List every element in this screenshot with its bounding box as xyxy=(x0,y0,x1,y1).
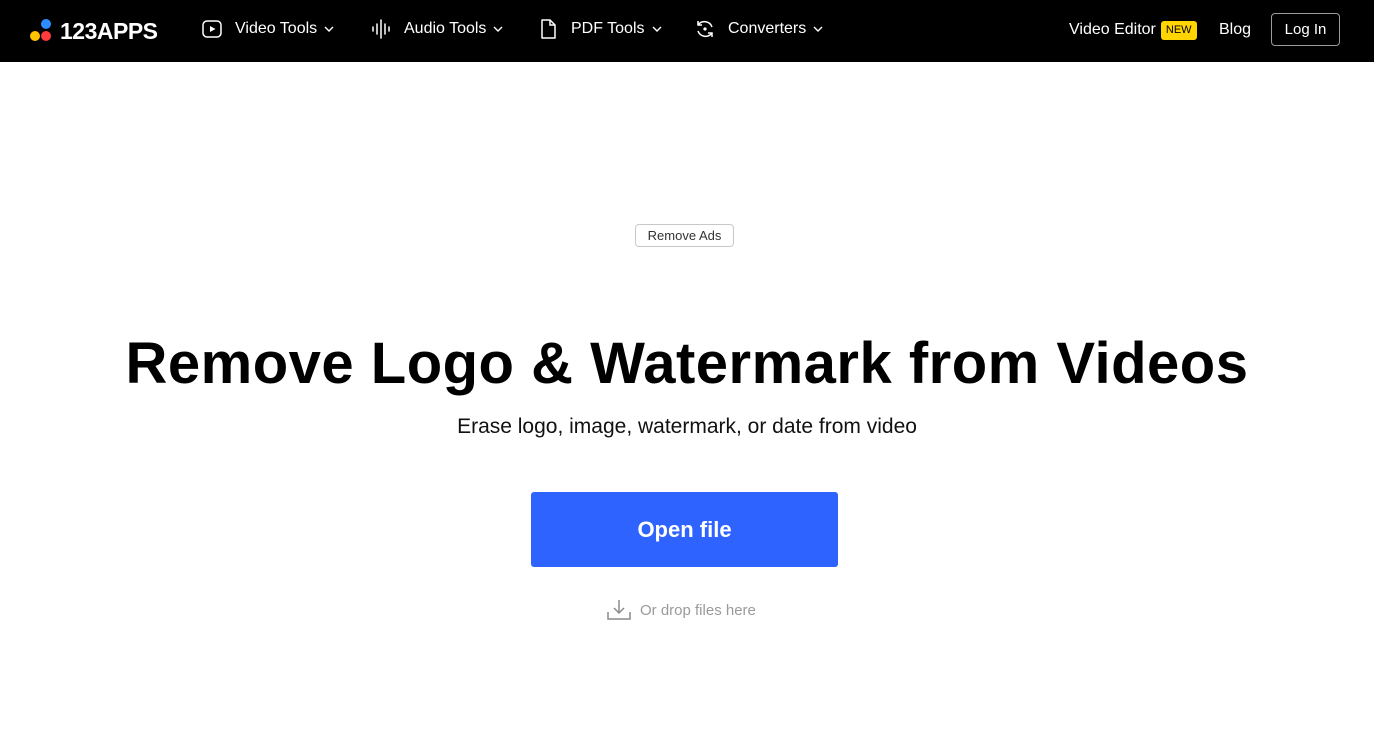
top-navbar: 123APPS Video Tools Audio Tools PDF Tool… xyxy=(0,0,1374,62)
login-button[interactable]: Log In xyxy=(1271,13,1340,46)
open-file-label: Open file xyxy=(637,516,732,542)
chevron-down-icon xyxy=(652,26,662,32)
chevron-down-icon xyxy=(493,26,503,32)
chevron-down-icon xyxy=(324,26,334,32)
new-badge: NEW xyxy=(1160,20,1197,40)
nav-blog-label: Blog xyxy=(1219,21,1252,38)
chevron-down-icon xyxy=(813,26,823,32)
remove-ads-label: Remove Ads xyxy=(647,228,722,243)
logo-dot-yellow xyxy=(30,31,40,41)
nav-converters[interactable]: Converters xyxy=(694,17,824,41)
nav-video-editor[interactable]: Video Editor NEW xyxy=(1069,13,1197,47)
nav-video-tools[interactable]: Video Tools xyxy=(201,17,335,41)
nav-video-tools-label: Video Tools xyxy=(235,20,318,37)
refresh-icon xyxy=(697,21,713,37)
document-icon xyxy=(541,19,556,39)
nav-pdf-tools-label: PDF Tools xyxy=(571,20,645,37)
nav-converters-label: Converters xyxy=(728,20,807,37)
nav-pdf-tools[interactable]: PDF Tools xyxy=(537,17,663,41)
remove-ads-button[interactable]: Remove Ads xyxy=(635,224,734,247)
logo-dot-red xyxy=(41,31,51,41)
open-file-button[interactable]: Open file xyxy=(531,492,838,567)
logo[interactable]: 123APPS xyxy=(29,17,158,45)
nav-audio-tools[interactable]: Audio Tools xyxy=(370,17,504,41)
page-title: Remove Logo & Watermark from Videos xyxy=(125,331,1249,396)
nav-video-editor-label: Video Editor xyxy=(1069,21,1156,38)
play-icon xyxy=(202,20,222,38)
nav-audio-tools-label: Audio Tools xyxy=(404,20,487,37)
logo-text: 123APPS xyxy=(60,17,158,44)
drop-zone-label: Or drop files here xyxy=(640,601,756,619)
drop-zone[interactable]: Or drop files here xyxy=(606,597,756,623)
download-icon xyxy=(607,600,631,620)
nav-blog[interactable]: Blog xyxy=(1219,13,1251,47)
waveform-icon xyxy=(372,19,390,39)
page-subtitle: Erase logo, image, watermark, or date fr… xyxy=(457,415,917,438)
logo-dots-icon xyxy=(29,18,55,44)
logo-dot-blue xyxy=(41,19,51,29)
login-button-label: Log In xyxy=(1284,21,1327,38)
